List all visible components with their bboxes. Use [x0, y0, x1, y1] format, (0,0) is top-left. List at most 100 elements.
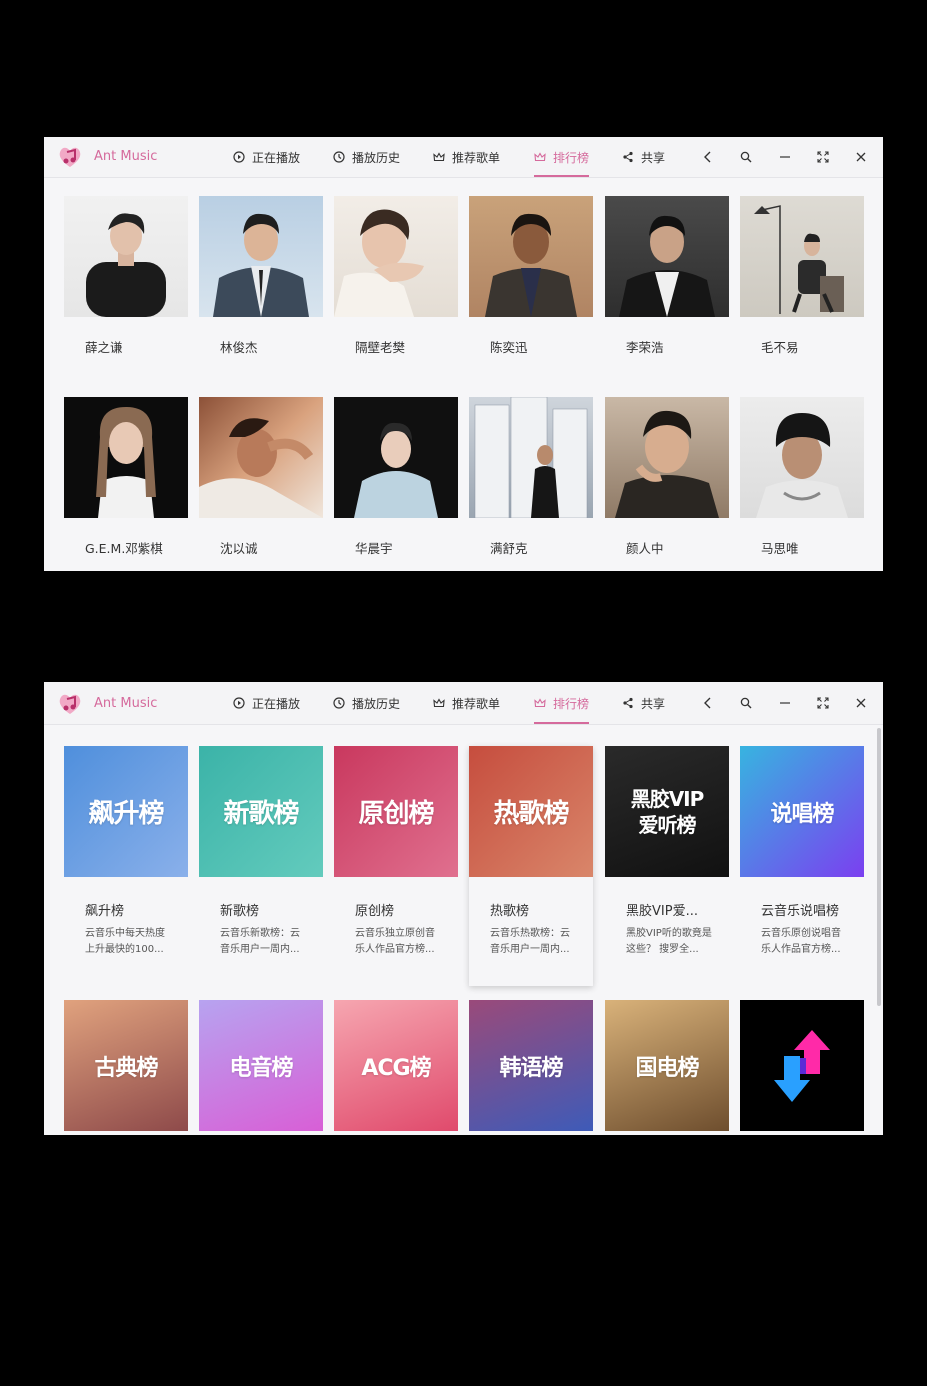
search-button[interactable] — [736, 693, 756, 713]
chart-cover: 韩语榜 — [469, 1000, 593, 1131]
artist-name: 李荣浩 — [626, 340, 664, 355]
artist-photo — [740, 196, 864, 317]
artist-photo — [199, 397, 323, 518]
artist-photo — [64, 196, 188, 317]
chart-description: 云音乐中每天热度上升最快的100... — [85, 928, 165, 955]
minimize-button[interactable] — [775, 147, 795, 167]
chart-name: 飙升榜 — [85, 904, 125, 919]
tab-label: 推荐歌单 — [452, 150, 501, 165]
chart-description: 黑胶VIP听的歌竟是这些？ 搜罗全... — [626, 928, 712, 955]
tab-share[interactable]: 共享 — [622, 682, 665, 724]
artist-photo — [740, 397, 864, 518]
chart-cover: 说唱榜 — [740, 746, 864, 877]
app-window-artists: Ant Music 正在播放 播放历史 推荐歌单 排行榜 共享 薛之谦 林俊杰 … — [44, 137, 883, 571]
minimize-icon — [780, 156, 790, 158]
tab-label: 推荐歌单 — [452, 696, 501, 711]
maximize-button[interactable] — [813, 147, 833, 167]
tab-label: 正在播放 — [252, 150, 301, 165]
tab-charts[interactable]: 排行榜 — [534, 137, 590, 177]
cover-text: 古典榜 — [94, 1055, 158, 1081]
close-button[interactable] — [851, 693, 871, 713]
back-icon — [704, 151, 711, 163]
play-circle-icon — [233, 697, 245, 709]
search-button[interactable] — [736, 147, 756, 167]
cover-text: 新歌榜 — [223, 799, 299, 829]
share-icon — [623, 697, 633, 709]
search-icon — [740, 697, 752, 709]
artist-photo — [334, 196, 458, 317]
artist-name: 薛之谦 — [85, 340, 123, 355]
close-icon — [856, 152, 866, 162]
app-logo-icon — [59, 147, 81, 167]
close-icon — [856, 698, 866, 708]
tab-history[interactable]: 播放历史 — [333, 137, 400, 177]
tab-recommended[interactable]: 推荐歌单 — [433, 137, 500, 177]
app-logo-icon — [59, 694, 81, 714]
title-bar: Ant Music 正在播放 播放历史 推荐歌单 排行榜 共享 — [44, 682, 883, 725]
cover-text: 电音榜 — [229, 1055, 293, 1081]
tab-share[interactable]: 共享 — [622, 137, 665, 177]
cover-text: ACG榜 — [361, 1055, 431, 1081]
artist-photo — [469, 196, 593, 317]
search-icon — [740, 151, 752, 163]
title-bar: Ant Music 正在播放 播放历史 推荐歌单 排行榜 共享 — [44, 137, 883, 178]
cover-text: 韩语榜 — [499, 1055, 563, 1081]
back-icon — [704, 697, 711, 709]
artist-photo — [199, 196, 323, 317]
share-icon — [623, 151, 633, 163]
crown-icon — [433, 152, 445, 162]
chart-cover: 古典榜 — [64, 1000, 188, 1131]
tab-history[interactable]: 播放历史 — [333, 682, 400, 724]
chart-cover: 国电榜 — [605, 1000, 729, 1131]
maximize-button[interactable] — [813, 693, 833, 713]
close-button[interactable] — [851, 147, 871, 167]
scrollbar[interactable] — [877, 728, 881, 1006]
tab-now-playing[interactable]: 正在播放 — [233, 137, 300, 177]
chart-name: 云音乐说唱榜 — [761, 904, 840, 919]
artist-photo — [605, 397, 729, 518]
chart-name: 新歌榜 — [220, 904, 260, 919]
artist-name: 沈以诚 — [220, 541, 258, 556]
tab-label: 播放历史 — [352, 150, 401, 165]
crown-icon — [433, 698, 445, 708]
chart-description: 云音乐新歌榜：云音乐用户一周内... — [220, 928, 300, 955]
chart-description: 云音乐独立原创音乐人作品官方榜... — [355, 928, 435, 955]
artist-name: G.E.M.邓紫棋 — [85, 541, 163, 556]
crown-icon — [534, 152, 546, 162]
tab-now-playing[interactable]: 正在播放 — [233, 682, 300, 724]
cover-text: 热歌榜 — [493, 799, 569, 829]
tab-label: 排行榜 — [553, 150, 590, 165]
tab-recommended[interactable]: 推荐歌单 — [433, 682, 500, 724]
maximize-icon — [817, 697, 829, 709]
artist-photo — [64, 397, 188, 518]
chart-cover: 原创榜 — [334, 746, 458, 877]
artist-name: 陈奕迅 — [490, 340, 528, 355]
chart-cover: 热歌榜 — [469, 746, 593, 877]
artist-photo — [334, 397, 458, 518]
artist-name: 华晨宇 — [355, 541, 393, 556]
tab-label: 共享 — [641, 696, 666, 711]
tab-charts[interactable]: 排行榜 — [534, 682, 590, 724]
arrows-icon — [774, 1029, 830, 1102]
tab-label: 正在播放 — [252, 696, 301, 711]
artist-name: 林俊杰 — [220, 340, 258, 355]
history-icon — [333, 151, 345, 163]
artist-name: 毛不易 — [761, 340, 799, 355]
crown-icon — [534, 698, 546, 708]
cover-text: 原创榜 — [358, 799, 434, 829]
chart-cover: 飙升榜 — [64, 746, 188, 877]
chart-card[interactable]: 热歌榜 热歌榜 云音乐热歌榜：云音乐用户一周内... — [469, 746, 593, 986]
maximize-icon — [817, 151, 829, 163]
chart-cover: 新歌榜 — [199, 746, 323, 877]
chart-name: 原创榜 — [355, 904, 395, 919]
chart-cover: 黑胶VIP 爱听榜 — [605, 746, 729, 877]
minimize-button[interactable] — [775, 693, 795, 713]
back-button[interactable] — [698, 693, 718, 713]
tab-label: 排行榜 — [553, 696, 590, 711]
app-name: Ant Music — [94, 696, 158, 711]
cover-text: 说唱榜 — [770, 801, 834, 827]
artist-name: 隔壁老樊 — [355, 340, 406, 355]
back-button[interactable] — [698, 147, 718, 167]
chart-cover: 电音榜 — [199, 1000, 323, 1131]
app-window-charts: Ant Music 正在播放 播放历史 推荐歌单 排行榜 共享 飙升榜 飙升榜 … — [44, 682, 883, 1135]
